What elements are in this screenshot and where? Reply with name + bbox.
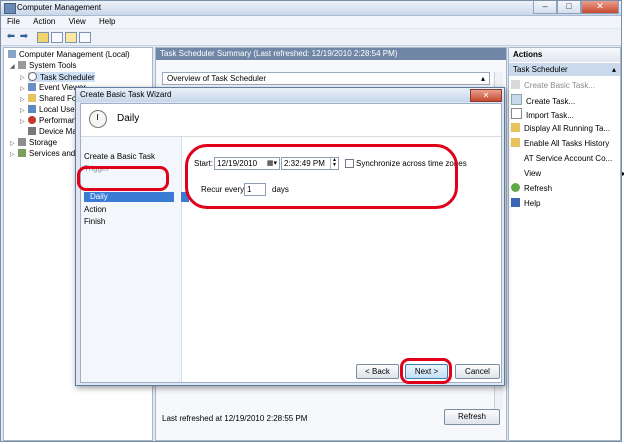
- menu-file[interactable]: File: [1, 16, 25, 26]
- computer-icon: [8, 50, 16, 58]
- close-button[interactable]: ✕: [581, 1, 619, 14]
- show-hide-icon[interactable]: [79, 32, 91, 43]
- step-trigger[interactable]: Trigger: [84, 164, 109, 173]
- selection-strip: [181, 192, 189, 202]
- tree-item-system-tools[interactable]: System Tools: [18, 61, 76, 71]
- next-button[interactable]: Next >: [405, 364, 448, 379]
- calendar-icon[interactable]: ▦▾: [267, 158, 277, 169]
- action-display-running[interactable]: Display All Running Ta...: [511, 123, 619, 134]
- expand-arrow-icon[interactable]: ▷: [10, 151, 15, 158]
- wizard-heading: Daily: [117, 113, 140, 124]
- cancel-button[interactable]: Cancel: [455, 364, 500, 379]
- create-task-icon: [511, 94, 522, 105]
- expand-arrow-icon[interactable]: ▷: [20, 118, 25, 125]
- tree-item-shared-folders[interactable]: Shared Fol: [28, 94, 78, 104]
- wizard-title-bar[interactable]: Create Basic Task Wizard ✕: [76, 88, 504, 102]
- actions-pane: Actions Task Scheduler ▴ Create Basic Ta…: [508, 47, 624, 441]
- wizard-steps: Create a Basic Task Trigger Daily Action…: [81, 137, 182, 382]
- collapse-arrow-icon[interactable]: ◢: [10, 63, 15, 70]
- tree-item-computer-management[interactable]: Computer Management (Local): [8, 50, 130, 60]
- clock-icon: [89, 110, 107, 128]
- action-at-service-account[interactable]: AT Service Account Co...: [524, 153, 624, 164]
- action-refresh[interactable]: Refresh: [511, 183, 619, 194]
- actions-title: Actions: [509, 48, 620, 62]
- device-manager-icon: [28, 127, 36, 135]
- collapse-icon[interactable]: ▴: [612, 63, 616, 76]
- start-date-picker[interactable]: 12/19/2010 ▦▾: [214, 157, 280, 170]
- tools-icon: [18, 61, 26, 69]
- toolbar: ⬅ ➡: [1, 29, 621, 46]
- event-viewer-icon: [28, 83, 36, 91]
- menu-action[interactable]: Action: [27, 16, 60, 26]
- services-icon: [18, 149, 26, 157]
- shared-folder-icon: [28, 94, 36, 102]
- maximize-button[interactable]: □: [557, 1, 581, 14]
- computer-management-icon: [4, 3, 16, 14]
- action-create-basic-task[interactable]: Create Basic Task...: [511, 80, 619, 91]
- tree-item-local-users[interactable]: Local Users: [28, 105, 81, 115]
- tree-item-device-manager[interactable]: Device Ma: [28, 127, 77, 137]
- action-help[interactable]: Help: [511, 198, 619, 209]
- start-label: Start:: [194, 159, 214, 168]
- expand-arrow-icon[interactable]: ▷: [10, 140, 15, 147]
- step-action[interactable]: Action: [84, 205, 106, 214]
- action-enable-history[interactable]: Enable All Tasks History: [511, 138, 619, 149]
- properties-icon[interactable]: [51, 32, 63, 43]
- wizard-close-button[interactable]: ✕: [470, 89, 502, 102]
- folder-icon[interactable]: [37, 32, 49, 43]
- step-finish[interactable]: Finish: [84, 217, 105, 226]
- back-button[interactable]: < Back: [356, 364, 399, 379]
- overview-section[interactable]: Overview of Task Scheduler ▴: [162, 72, 490, 85]
- menu-bar: File Action View Help: [1, 16, 621, 28]
- menu-view[interactable]: View: [63, 16, 91, 26]
- back-arrow-icon[interactable]: ⬅: [5, 31, 17, 42]
- minimize-button[interactable]: –: [533, 1, 557, 14]
- history-icon: [511, 138, 520, 147]
- title-bar[interactable]: Computer Management – □ ✕: [1, 1, 621, 16]
- clock-icon: [28, 72, 37, 81]
- wizard-body: Daily Create a Basic Task Trigger Daily …: [80, 103, 502, 383]
- last-refreshed-text: Last refreshed at 12/19/2010 2:28:55 PM: [162, 414, 308, 423]
- users-icon: [28, 105, 36, 113]
- action-import-task[interactable]: Import Task...: [511, 108, 619, 119]
- performance-icon: [28, 116, 36, 124]
- sync-timezones-checkbox[interactable]: [345, 159, 354, 168]
- summary-header: Task Scheduler Summary (Last refreshed: …: [156, 48, 506, 60]
- wizard-header: Daily: [81, 104, 501, 137]
- step-daily[interactable]: Daily: [84, 192, 174, 202]
- create-basic-task-icon: [511, 80, 520, 89]
- time-spinner[interactable]: ▲ ▼: [330, 158, 338, 169]
- expand-arrow-icon[interactable]: ▷: [20, 96, 25, 103]
- create-basic-task-wizard: Create Basic Task Wizard ✕ Daily Create …: [75, 87, 505, 386]
- tree-item-task-scheduler[interactable]: Task Scheduler: [28, 72, 95, 82]
- refresh-icon: [511, 183, 520, 192]
- menu-help[interactable]: Help: [93, 16, 120, 26]
- tree-item-services[interactable]: Services and A: [18, 149, 82, 159]
- window-title: Computer Management: [17, 3, 102, 12]
- running-tasks-icon: [511, 123, 520, 132]
- actions-section-task-scheduler[interactable]: Task Scheduler ▴: [509, 63, 620, 76]
- expand-arrow-icon[interactable]: ▷: [20, 74, 25, 81]
- recur-every-input[interactable]: 1: [244, 183, 266, 196]
- import-icon: [511, 108, 522, 119]
- help-icon: [511, 198, 520, 207]
- forward-arrow-icon[interactable]: ➡: [18, 31, 30, 42]
- recur-unit-label: days: [272, 185, 289, 194]
- collapse-icon[interactable]: ▴: [481, 73, 485, 84]
- start-time-field[interactable]: 2:32:49 PM ▲ ▼: [281, 157, 339, 170]
- action-create-task[interactable]: Create Task...: [511, 94, 619, 105]
- expand-arrow-icon[interactable]: ▷: [20, 85, 25, 92]
- help-icon[interactable]: [65, 32, 77, 43]
- sync-timezones-label: Synchronize across time zones: [356, 159, 467, 168]
- recur-every-label: Recur every:: [201, 185, 247, 194]
- step-create-basic-task[interactable]: Create a Basic Task: [84, 152, 155, 161]
- expand-arrow-icon[interactable]: ▷: [20, 107, 25, 114]
- action-view[interactable]: View ▸: [524, 168, 624, 179]
- storage-icon: [18, 138, 26, 146]
- refresh-button[interactable]: Refresh: [444, 409, 500, 425]
- tree-item-storage[interactable]: Storage: [18, 138, 57, 148]
